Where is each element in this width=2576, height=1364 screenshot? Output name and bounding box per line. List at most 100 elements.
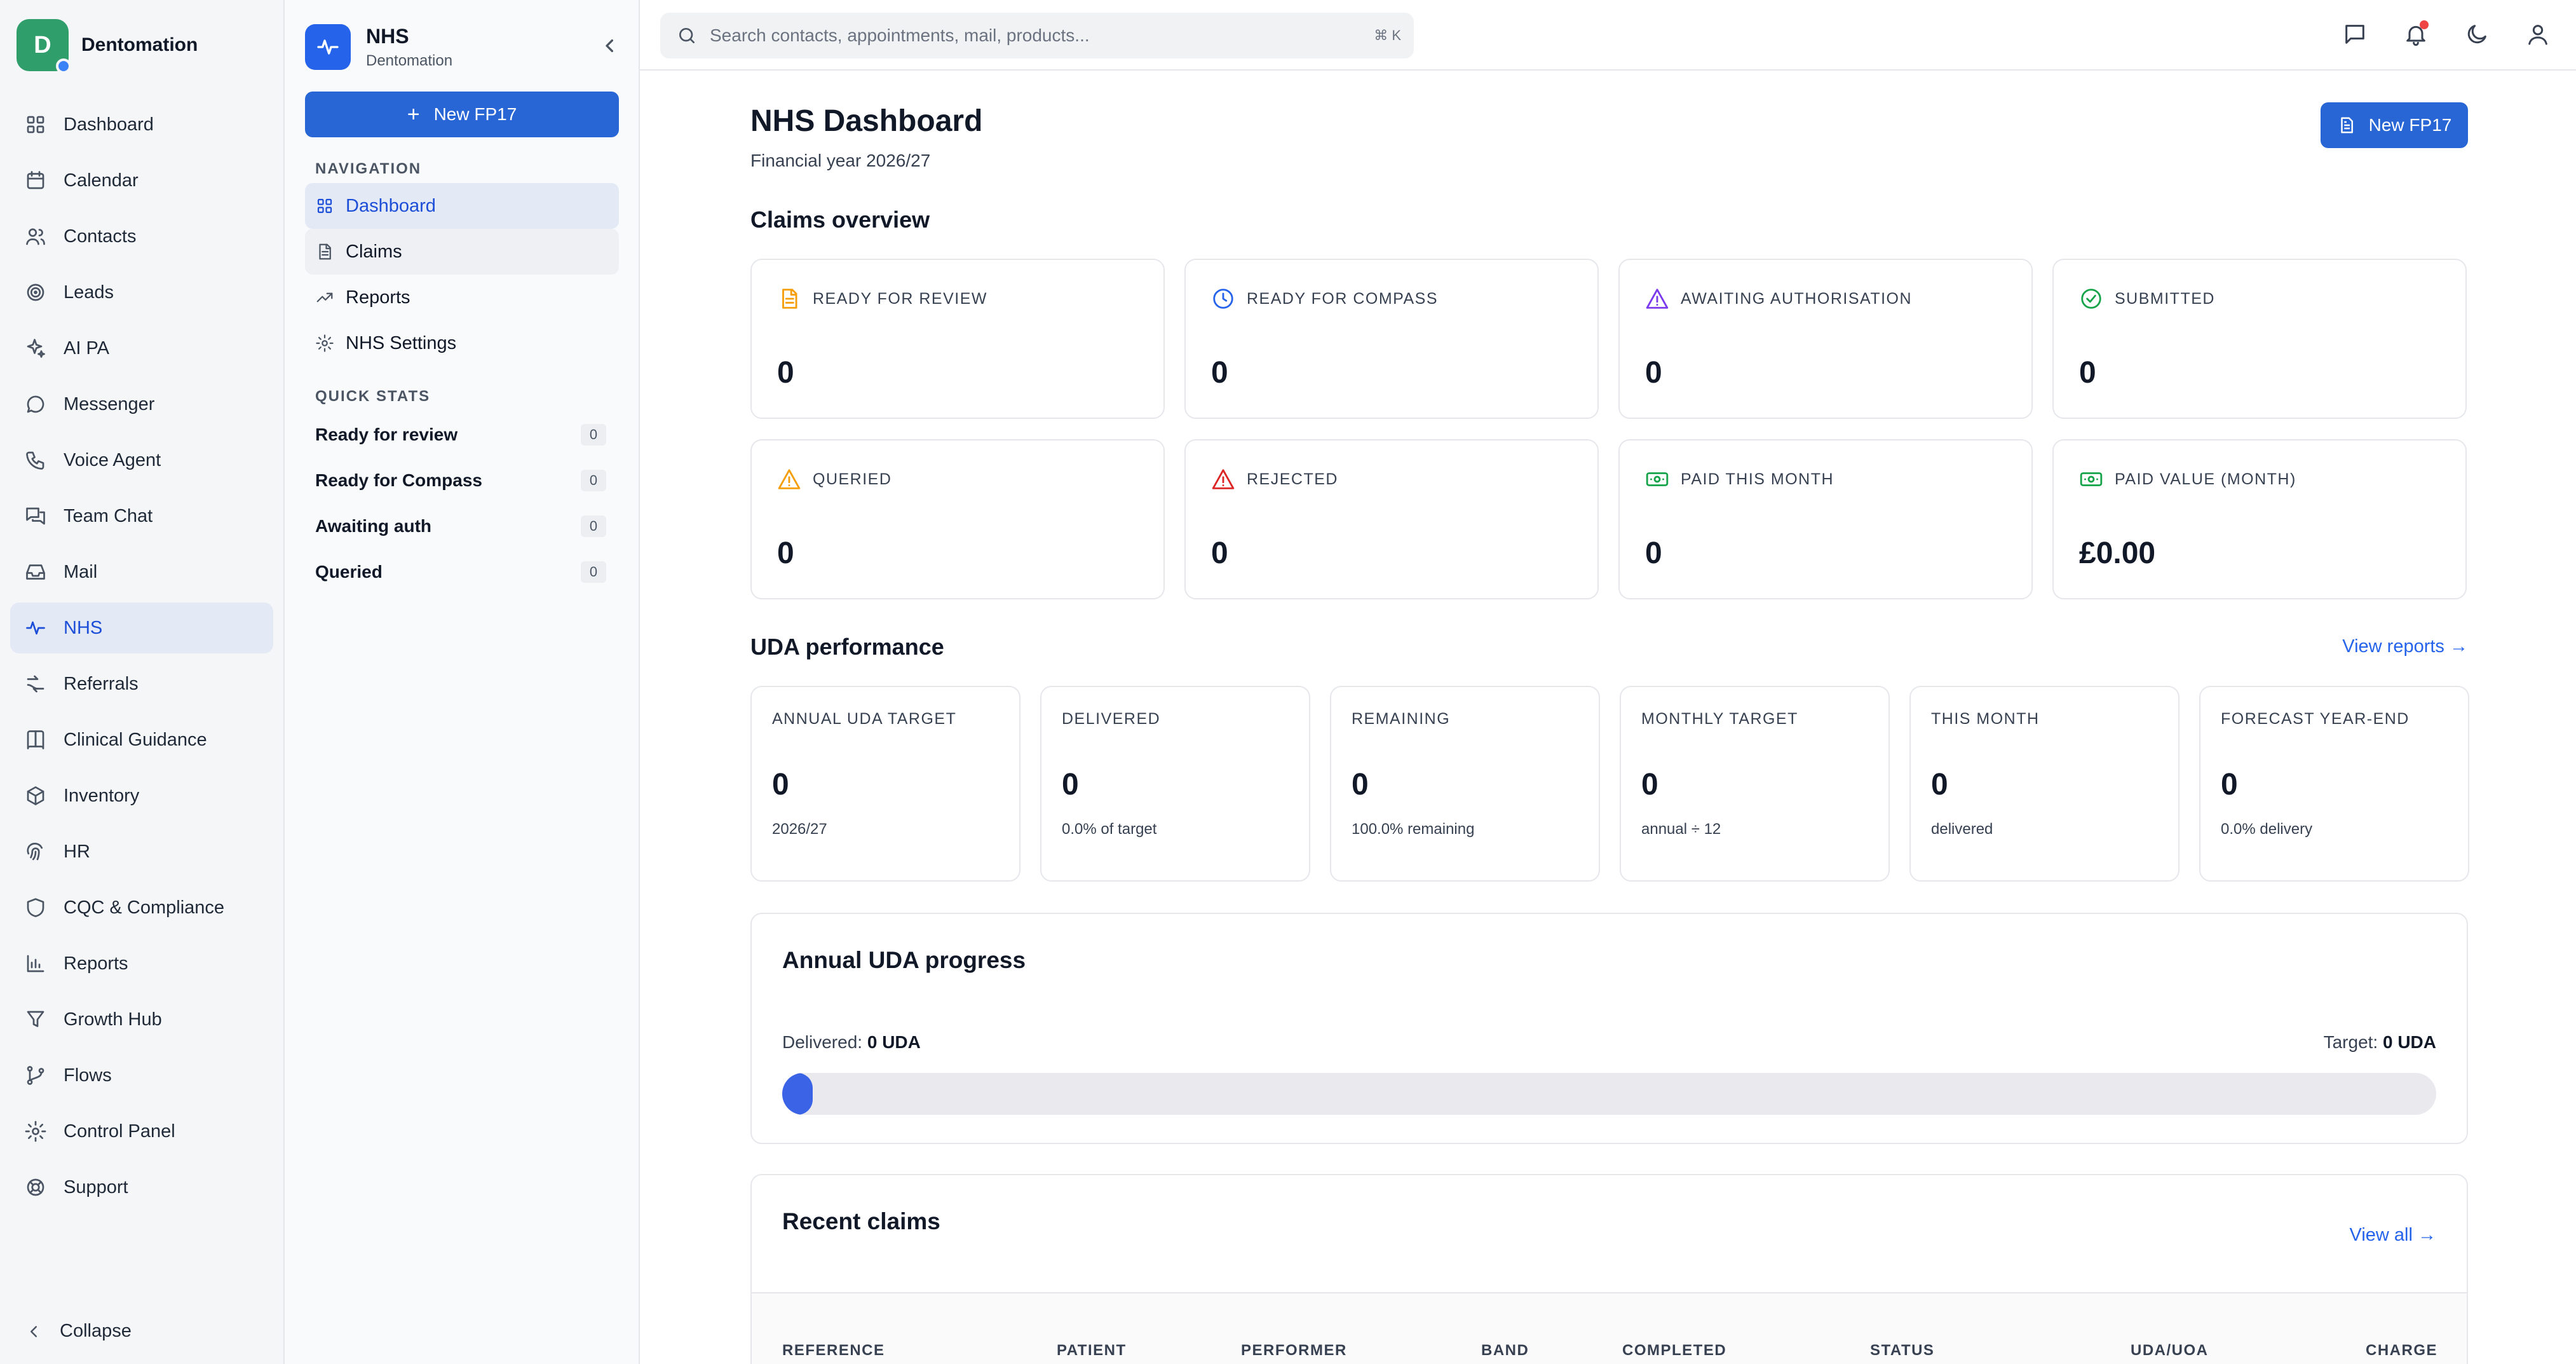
column-header-reference[interactable]: REFERENCE [782,1342,885,1360]
module-nav-item-claims[interactable]: Claims [305,229,619,275]
search-input[interactable] [710,25,1332,46]
quick-stat-queried[interactable]: Queried 0 [315,549,606,595]
app-nav-item-calendar[interactable]: Calendar [10,155,273,206]
app-nav-item-ai-pa[interactable]: AI PA [10,323,273,374]
uda-card-value: 0 [1931,768,1948,801]
claim-card-paid-this-month[interactable]: PAID THIS MONTH 0 [1618,439,2033,599]
quick-stat-ready-for-review[interactable]: Ready for review 0 [315,412,606,458]
view-reports-link[interactable]: View reports → [2342,636,2468,657]
app-nav-item-dashboard[interactable]: Dashboard [10,99,273,150]
claim-card-submitted[interactable]: SUBMITTED 0 [2052,259,2467,419]
claim-card-value: 0 [1211,356,1228,390]
moon-icon[interactable] [2464,22,2490,47]
new-fp17-sidebar-button[interactable]: + New FP17 [305,92,619,137]
app-nav-item-hr[interactable]: HR [10,826,273,877]
claim-card-value: 0 [2079,356,2096,390]
bell-icon[interactable] [2403,20,2429,47]
app-nav-item-nhs[interactable]: NHS [10,603,273,653]
grid-icon [27,116,44,133]
app-nav-label: HR [64,841,90,862]
app-nav-item-mail[interactable]: Mail [10,547,273,597]
uda-card-sub: 0.0% delivery [2221,821,2313,838]
phone-icon [26,451,44,470]
navigation-section-label: NAVIGATION [315,160,422,177]
uda-card-label: REMAINING [1352,710,1451,728]
branch-icon [27,1066,44,1085]
column-header-band[interactable]: BAND [1481,1342,1529,1360]
app-nav-item-clinical-guidance[interactable]: Clinical Guidance [10,714,273,765]
view-all-claims-link[interactable]: View all → [2350,1225,2436,1246]
app-nav-item-cqc-compliance[interactable]: CQC & Compliance [10,882,273,933]
app-nav-item-contacts[interactable]: Contacts [10,211,273,262]
uda-card-delivered: DELIVERED 0 0.0% of target [1040,686,1310,882]
collapse-module-icon[interactable] [597,33,623,58]
annual-uda-progress-card: Annual UDA progress Delivered: 0 UDA Tar… [750,913,2468,1144]
module-nav-label: NHS Settings [346,332,457,353]
app-nav-item-leads[interactable]: Leads [10,267,273,318]
column-header-charge[interactable]: CHARGE [2366,1342,2437,1360]
module-nav-item-reports[interactable]: Reports [305,275,619,320]
app-nav-item-inventory[interactable]: Inventory [10,770,273,821]
app-nav-item-reports[interactable]: Reports [10,938,273,989]
uda-card-sub: delivered [1931,821,1993,838]
claim-card-rejected[interactable]: REJECTED 0 [1184,439,1599,599]
uda-card-value: 0 [1641,768,1658,801]
progress-bar [782,1073,2436,1115]
uda-card-monthly-target: MONTHLY TARGET 0 annual ÷ 12 [1620,686,1890,882]
app-nav-label: Referrals [64,673,139,694]
app-nav-item-control-panel[interactable]: Control Panel [10,1106,273,1157]
uda-card-value: 0 [1352,768,1369,801]
claim-card-paid-value-month[interactable]: PAID VALUE (MONTH) £0.00 [2052,439,2467,599]
app-nav-item-team-chat[interactable]: Team Chat [10,491,273,542]
quick-stat-ready-for-compass[interactable]: Ready for Compass 0 [315,458,606,503]
new-fp17-button[interactable]: New FP17 [2321,102,2468,148]
claim-card-awaiting-authorisation[interactable]: AWAITING AUTHORISATION 0 [1618,259,2033,419]
gear-icon [25,1121,46,1142]
column-header-completed[interactable]: COMPLETED [1622,1342,1726,1360]
collapse-sidebar-button[interactable]: Collapse [24,1321,132,1342]
messages-icon[interactable] [2342,22,2368,47]
app-nav-item-referrals[interactable]: Referrals [10,658,273,709]
module-nav-item-dashboard[interactable]: Dashboard [305,183,619,229]
column-header-status[interactable]: STATUS [1870,1342,1934,1360]
uda-card-label: DELIVERED [1062,710,1161,728]
topbar: ⌘ K [640,0,2576,71]
claim-card-label: READY FOR REVIEW [813,289,987,308]
app-nav-item-voice-agent[interactable]: Voice Agent [10,435,273,486]
trending-up-icon [316,292,333,303]
brand[interactable]: D Dentomation [17,19,198,74]
claim-card-label: PAID VALUE (MONTH) [2115,470,2296,488]
app-nav-item-flows[interactable]: Flows [10,1050,273,1101]
app-nav-item-support[interactable]: Support [10,1162,273,1213]
app-nav-label: Inventory [64,785,140,806]
uda-card-forecast-year-end: FORECAST YEAR-END 0 0.0% delivery [2199,686,2469,882]
collapse-label: Collapse [60,1321,132,1341]
page-title: NHS Dashboard [750,104,983,138]
column-header-uda-uoa[interactable]: UDA/UOA [2131,1342,2209,1360]
column-header-patient[interactable]: PATIENT [1057,1342,1127,1360]
claim-card-ready-for-compass[interactable]: READY FOR COMPASS 0 [1184,259,1599,419]
package-icon [27,786,44,805]
claim-card-queried[interactable]: QUERIED 0 [750,439,1165,599]
user-icon[interactable] [2525,22,2551,47]
module-nav-item-nhs-settings[interactable]: NHS Settings [305,320,619,366]
column-header-performer[interactable]: PERFORMER [1241,1342,1347,1360]
recent-claims-title: Recent claims [782,1208,940,1234]
file-text-icon [319,243,331,260]
activity-icon [26,621,45,635]
app-nav-label: AI PA [64,338,109,358]
app-nav-label: Control Panel [64,1121,175,1142]
claim-card-label: READY FOR COMPASS [1247,289,1439,308]
app-nav: Dashboard Calendar Contacts Leads AI PA Messe… [10,99,273,1218]
claim-card-ready-for-review[interactable]: READY FOR REVIEW 0 [750,259,1165,419]
claim-card-label: REJECTED [1247,470,1338,488]
quick-stat-awaiting-auth[interactable]: Awaiting auth 0 [315,503,606,549]
app-nav-item-growth-hub[interactable]: Growth Hub [10,994,273,1045]
app-nav-item-messenger[interactable]: Messenger [10,379,273,430]
delivered-value: 0 UDA [867,1032,921,1052]
uda-card-annual-uda-target: ANNUAL UDA TARGET 0 2026/27 [750,686,1020,882]
app-sidebar: D Dentomation Dashboard Calendar Contacts L… [0,0,285,1364]
recent-claims-card: Recent claims View all → REFERENCE PATIEN… [750,1174,2468,1364]
activity-icon [317,39,339,55]
chevron-left-icon [31,1325,37,1337]
